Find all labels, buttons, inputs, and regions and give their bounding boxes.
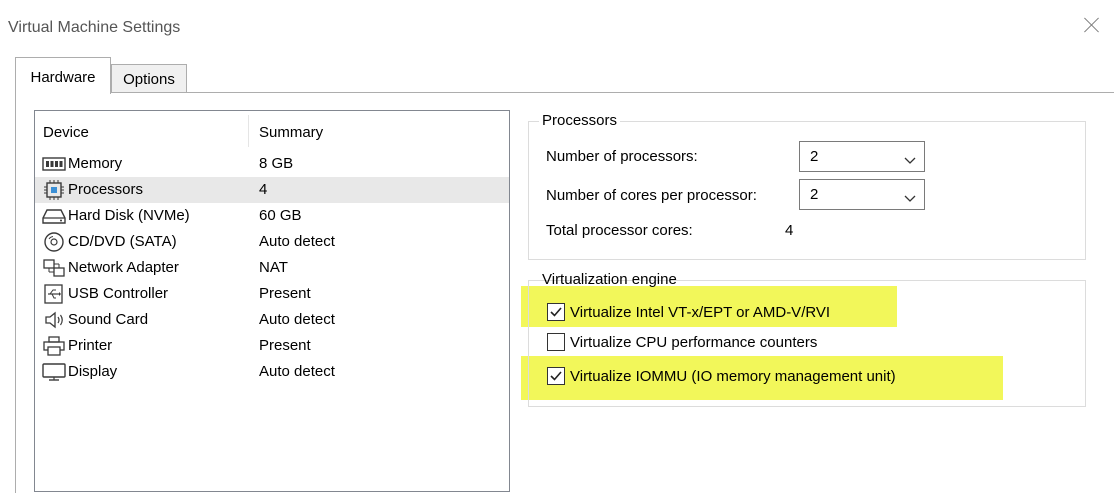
device-summary: 60 GB bbox=[259, 207, 302, 224]
vtx-label: Virtualize Intel VT-x/EPT or AMD-V/RVI bbox=[570, 304, 831, 321]
device-name: Memory bbox=[68, 155, 123, 172]
device-summary: Present bbox=[259, 337, 311, 354]
display-icon bbox=[42, 362, 66, 382]
tab-options[interactable]: Options bbox=[111, 64, 187, 92]
device-row-memory[interactable]: Memory 8 GB bbox=[35, 151, 509, 177]
device-name: Hard Disk (NVMe) bbox=[68, 207, 190, 224]
tab-hardware[interactable]: Hardware bbox=[15, 57, 111, 94]
vtx-checkbox[interactable] bbox=[547, 303, 565, 321]
virtualization-group: Virtualization engine Virtualize Intel V… bbox=[528, 271, 1086, 407]
device-name: CD/DVD (SATA) bbox=[68, 233, 177, 250]
cd-dvd-icon bbox=[42, 232, 66, 252]
device-row-printer[interactable]: Printer Present bbox=[35, 333, 509, 359]
num-processors-label: Number of processors: bbox=[546, 148, 698, 165]
device-summary: Auto detect bbox=[259, 363, 335, 380]
device-name: Display bbox=[68, 363, 118, 380]
chevron-down-icon bbox=[904, 152, 916, 164]
sound-card-icon bbox=[42, 310, 66, 330]
device-summary: 4 bbox=[259, 181, 268, 198]
num-processors-value: 2 bbox=[810, 148, 819, 165]
window-title: Virtual Machine Settings bbox=[8, 19, 181, 36]
device-list[interactable]: Device Summary Memory 8 GB Processors 4 … bbox=[34, 110, 510, 492]
cores-per-processor-label: Number of cores per processor: bbox=[546, 187, 757, 204]
device-row-sound-card[interactable]: Sound Card Auto detect bbox=[35, 307, 509, 333]
device-name: Sound Card bbox=[68, 311, 149, 328]
device-summary: Present bbox=[259, 285, 311, 302]
iommu-label: Virtualize IOMMU (IO memory management u… bbox=[570, 368, 896, 385]
column-header-summary[interactable]: Summary bbox=[259, 124, 323, 141]
device-row-hard-disk[interactable]: Hard Disk (NVMe) 60 GB bbox=[35, 203, 509, 229]
device-name: Processors bbox=[68, 181, 144, 198]
column-header-device[interactable]: Device bbox=[43, 124, 89, 141]
hard-disk-icon bbox=[42, 206, 66, 226]
total-cores-label: Total processor cores: bbox=[546, 222, 693, 239]
device-name: Printer bbox=[68, 337, 113, 354]
device-summary: NAT bbox=[259, 259, 288, 276]
device-name: USB Controller bbox=[68, 285, 169, 302]
device-row-usb-controller[interactable]: USB Controller Present bbox=[35, 281, 509, 307]
cores-per-processor-select[interactable]: 2 bbox=[799, 179, 925, 210]
total-cores-value: 4 bbox=[785, 222, 794, 239]
network-adapter-icon bbox=[42, 258, 66, 278]
iommu-checkbox[interactable] bbox=[547, 367, 565, 385]
usb-controller-icon bbox=[42, 284, 66, 304]
printer-icon bbox=[42, 336, 66, 356]
close-icon[interactable] bbox=[1080, 13, 1104, 37]
virtualization-legend: Virtualization engine bbox=[542, 271, 677, 288]
cores-per-processor-value: 2 bbox=[810, 186, 819, 203]
processors-group: Processors Number of processors: 2 Numbe… bbox=[528, 112, 1086, 260]
device-summary: 8 GB bbox=[259, 155, 294, 172]
processor-icon bbox=[42, 180, 66, 200]
device-row-display[interactable]: Display Auto detect bbox=[35, 359, 509, 385]
device-summary: Auto detect bbox=[259, 311, 335, 328]
list-header: Device Summary bbox=[35, 111, 509, 151]
chevron-down-icon bbox=[904, 190, 916, 202]
cpu-counters-label: Virtualize CPU performance counters bbox=[570, 334, 818, 351]
device-row-network-adapter[interactable]: Network Adapter NAT bbox=[35, 255, 509, 281]
num-processors-select[interactable]: 2 bbox=[799, 141, 925, 172]
device-row-cd-dvd[interactable]: CD/DVD (SATA) Auto detect bbox=[35, 229, 509, 255]
column-separator[interactable] bbox=[248, 115, 249, 147]
cpu-counters-checkbox[interactable] bbox=[547, 333, 565, 351]
device-name: Network Adapter bbox=[68, 259, 179, 276]
processors-legend: Processors bbox=[539, 112, 621, 129]
device-summary: Auto detect bbox=[259, 233, 335, 250]
device-row-processors[interactable]: Processors 4 bbox=[35, 177, 509, 203]
memory-icon bbox=[42, 154, 66, 174]
